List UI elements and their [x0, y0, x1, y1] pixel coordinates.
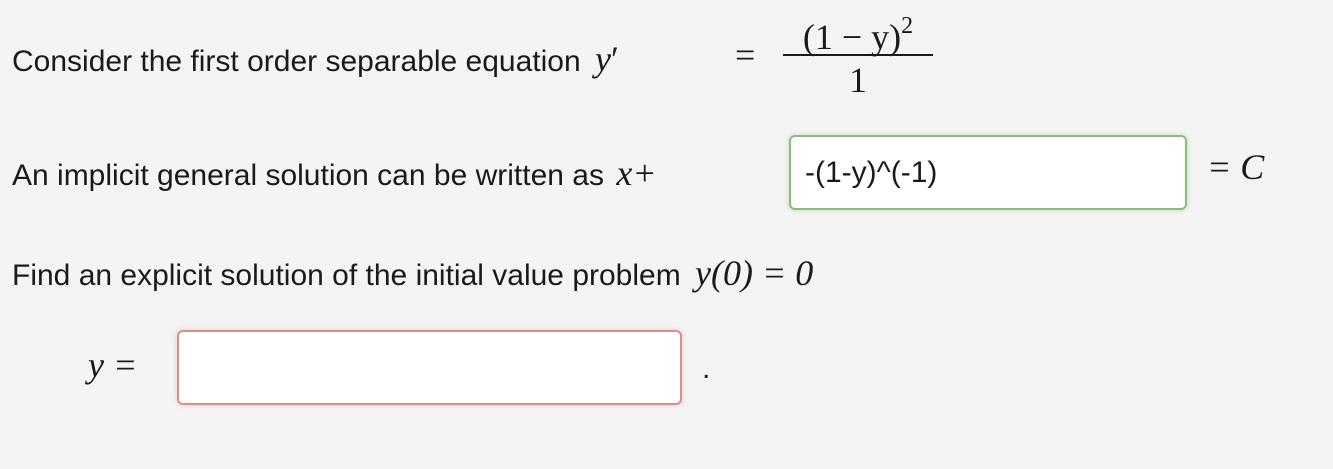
prime-mark: ′ [611, 39, 619, 79]
x-plus: x+ [616, 153, 656, 193]
fraction-numerator: (1 − y)2 [783, 2, 933, 57]
derivative-symbol: y′ [595, 39, 619, 79]
fraction: (1 − y)2 1 [783, 2, 933, 100]
numerator-text: (1 − y) [802, 17, 902, 57]
initial-condition: y(0) = 0 [695, 253, 813, 293]
question-text-3: Find an explicit solution of the initial… [12, 252, 813, 294]
initial-condition-text: y(0) = 0 [695, 253, 814, 293]
y-equals: y = [88, 344, 137, 386]
question-text-1: Consider the first order separable equat… [12, 38, 619, 80]
question-text-2: An implicit general solution can be writ… [12, 152, 657, 194]
equals-c: = C [1207, 146, 1264, 188]
equals-c-text: = C [1207, 147, 1265, 187]
period: . [702, 352, 710, 386]
fraction-denominator: 1 [849, 60, 867, 100]
ivp-label: Find an explicit solution of the initial… [12, 259, 681, 292]
explicit-solution-input[interactable] [177, 330, 682, 405]
equation-intro: Consider the first order separable equat… [12, 45, 581, 78]
implicit-solution-input[interactable]: -(1-y)^(-1) [789, 135, 1187, 210]
implicit-solution-label: An implicit general solution can be writ… [12, 159, 604, 192]
period-text: . [702, 352, 711, 385]
equals-sign: = [735, 34, 755, 76]
y-equals-text: y = [88, 345, 138, 385]
y-variable: y [595, 39, 611, 79]
implicit-solution-value: -(1-y)^(-1) [805, 155, 938, 189]
x-plus-text: x+ [616, 153, 657, 193]
equals-text: = [735, 35, 756, 75]
exponent: 2 [901, 13, 914, 39]
